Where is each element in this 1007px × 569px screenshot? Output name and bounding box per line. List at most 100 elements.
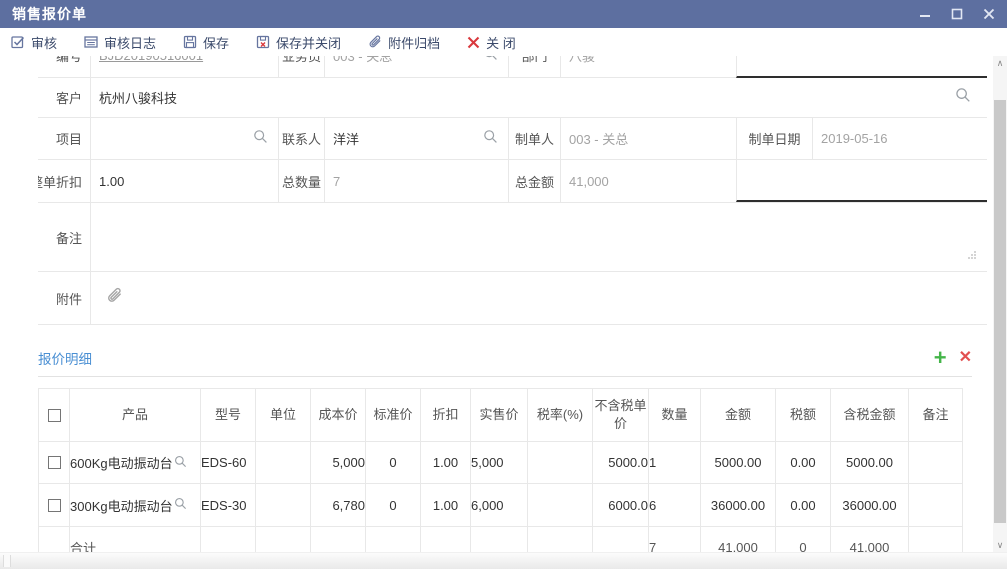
col-total-amount: 含税金额	[831, 389, 909, 442]
audit-log-button[interactable]: 审核日志	[83, 33, 156, 52]
row-checkbox[interactable]	[48, 499, 61, 512]
total-amount-field[interactable]: 41,000	[560, 160, 736, 202]
search-icon[interactable]	[955, 87, 971, 108]
project-field[interactable]	[90, 118, 278, 159]
discount-field[interactable]: 1.00	[90, 160, 278, 202]
dept-value: 八骏	[561, 56, 595, 65]
customer-field[interactable]: 杭州八骏科技	[90, 78, 987, 117]
horizontal-scrollbar[interactable]	[0, 552, 1007, 569]
std-price-cell[interactable]: 0	[366, 484, 421, 527]
sell-price-cell[interactable]: 5,000	[471, 442, 528, 484]
creator-value: 003 - 关总	[561, 129, 628, 148]
clipped-row: 编号 BJD20190516001 业务员 003 - 关总 部门 八骏	[38, 56, 987, 78]
save-button[interactable]: 保存	[182, 33, 229, 52]
audit-button[interactable]: 审核	[10, 33, 57, 52]
unit-cell[interactable]	[256, 442, 311, 484]
scroll-down-icon[interactable]: ∨	[993, 538, 1007, 552]
vertical-scrollbar[interactable]: ∧ ∨	[993, 56, 1007, 552]
dept-field[interactable]: 八骏	[560, 56, 736, 78]
col-model: 型号	[201, 389, 256, 442]
attachment-archive-button[interactable]: 附件归档	[367, 33, 440, 52]
total-amount-cell[interactable]: 5000.00	[831, 442, 909, 484]
paperclip-icon[interactable]	[105, 286, 124, 310]
resize-grip-icon[interactable]	[967, 247, 977, 265]
detail-section-title: 报价明细	[38, 348, 92, 368]
detail-section-header: 报价明细 + ✕	[38, 339, 972, 377]
no-tax-price-cell[interactable]: 6000.0	[593, 484, 649, 527]
discount-row-empty-field[interactable]	[736, 160, 987, 202]
number-value[interactable]: BJD20190516001	[99, 56, 203, 63]
sales-quotation-window: 销售报价单 审核 审核日志	[0, 0, 1007, 569]
total-empty-cell	[39, 527, 70, 553]
salesman-label: 业务员	[278, 56, 324, 78]
col-amount: 金额	[701, 389, 776, 442]
delete-row-icon[interactable]: ✕	[959, 350, 972, 366]
col-sell-price: 实售价	[471, 389, 528, 442]
col-tax: 税额	[776, 389, 831, 442]
model-cell[interactable]: EDS-30	[201, 484, 256, 527]
select-all-checkbox[interactable]	[48, 409, 61, 422]
add-row-icon[interactable]: +	[934, 347, 947, 369]
no-tax-price-cell[interactable]: 5000.0	[593, 442, 649, 484]
total-amount-cell[interactable]: 36000.00	[831, 484, 909, 527]
product-cell[interactable]: 600Kg电动振动台	[70, 442, 201, 484]
scroll-up-icon[interactable]: ∧	[993, 56, 1007, 70]
col-tax-rate: 税率(%)	[528, 389, 593, 442]
contact-label: 联系人	[278, 118, 324, 159]
creator-field[interactable]: 003 - 关总	[560, 118, 736, 159]
amount-cell[interactable]: 36000.00	[701, 484, 776, 527]
maximize-icon[interactable]	[951, 8, 963, 20]
tax-cell[interactable]: 0.00	[776, 484, 831, 527]
number-label: 编号	[38, 56, 90, 78]
qty-cell[interactable]: 6	[649, 484, 701, 527]
total-tax-sum-cell: 0	[776, 527, 831, 553]
customer-value: 杭州八骏科技	[91, 88, 177, 107]
sell-price-cell[interactable]: 6,000	[471, 484, 528, 527]
save-and-close-button[interactable]: 保存并关闭	[255, 33, 341, 52]
search-icon[interactable]	[483, 129, 498, 149]
attachment-label: 附件	[38, 272, 90, 324]
search-icon[interactable]	[483, 56, 498, 66]
scrollbar-thumb[interactable]	[994, 100, 1006, 523]
search-icon[interactable]	[174, 497, 187, 513]
total-qty-cell: 7	[649, 527, 701, 553]
tax-cell[interactable]: 0.00	[776, 442, 831, 484]
total-with-tax-sum-cell: 41,000	[831, 527, 909, 553]
remark-cell[interactable]	[909, 442, 963, 484]
row-checkbox[interactable]	[48, 456, 61, 469]
discount-cell[interactable]: 1.00	[421, 442, 471, 484]
contact-field[interactable]: 洋洋	[324, 118, 508, 159]
tax-rate-cell[interactable]	[528, 484, 593, 527]
total-qty-field[interactable]: 7	[324, 160, 508, 202]
amount-cell[interactable]: 5000.00	[701, 442, 776, 484]
search-icon[interactable]	[253, 129, 268, 149]
qty-cell[interactable]: 1	[649, 442, 701, 484]
clipped-empty-field[interactable]	[736, 56, 987, 78]
customer-row: 客户 杭州八骏科技	[38, 78, 987, 118]
remark-field[interactable]	[90, 203, 987, 271]
detail-table: 产品 型号 单位 成本价 标准价 折扣 实售价 税率(%) 不含税单价 数量 金…	[38, 388, 963, 552]
std-price-cell[interactable]: 0	[366, 442, 421, 484]
search-icon[interactable]	[174, 455, 187, 471]
discount-cell[interactable]: 1.00	[421, 484, 471, 527]
save-and-close-label: 保存并关闭	[276, 33, 341, 52]
save-icon	[182, 34, 198, 50]
remark-cell[interactable]	[909, 484, 963, 527]
cost-cell[interactable]: 5,000	[311, 442, 366, 484]
unit-cell[interactable]	[256, 484, 311, 527]
model-cell[interactable]: EDS-60	[201, 442, 256, 484]
product-cell[interactable]: 300Kg电动振动台	[70, 484, 201, 527]
window-title: 销售报价单	[12, 4, 87, 24]
close-icon[interactable]	[983, 8, 995, 20]
remark-label: 备注	[38, 203, 90, 271]
horizontal-scrollbar-thumb[interactable]	[3, 555, 11, 567]
close-button[interactable]: 关 闭	[466, 33, 516, 52]
cost-cell[interactable]: 6,780	[311, 484, 366, 527]
create-date-field[interactable]: 2019-05-16	[812, 118, 987, 159]
col-cost: 成本价	[311, 389, 366, 442]
tax-rate-cell[interactable]	[528, 442, 593, 484]
salesman-field[interactable]: 003 - 关总	[324, 56, 508, 78]
minimize-icon[interactable]	[919, 8, 931, 20]
save-label: 保存	[203, 33, 229, 52]
number-field[interactable]: BJD20190516001	[90, 56, 278, 78]
